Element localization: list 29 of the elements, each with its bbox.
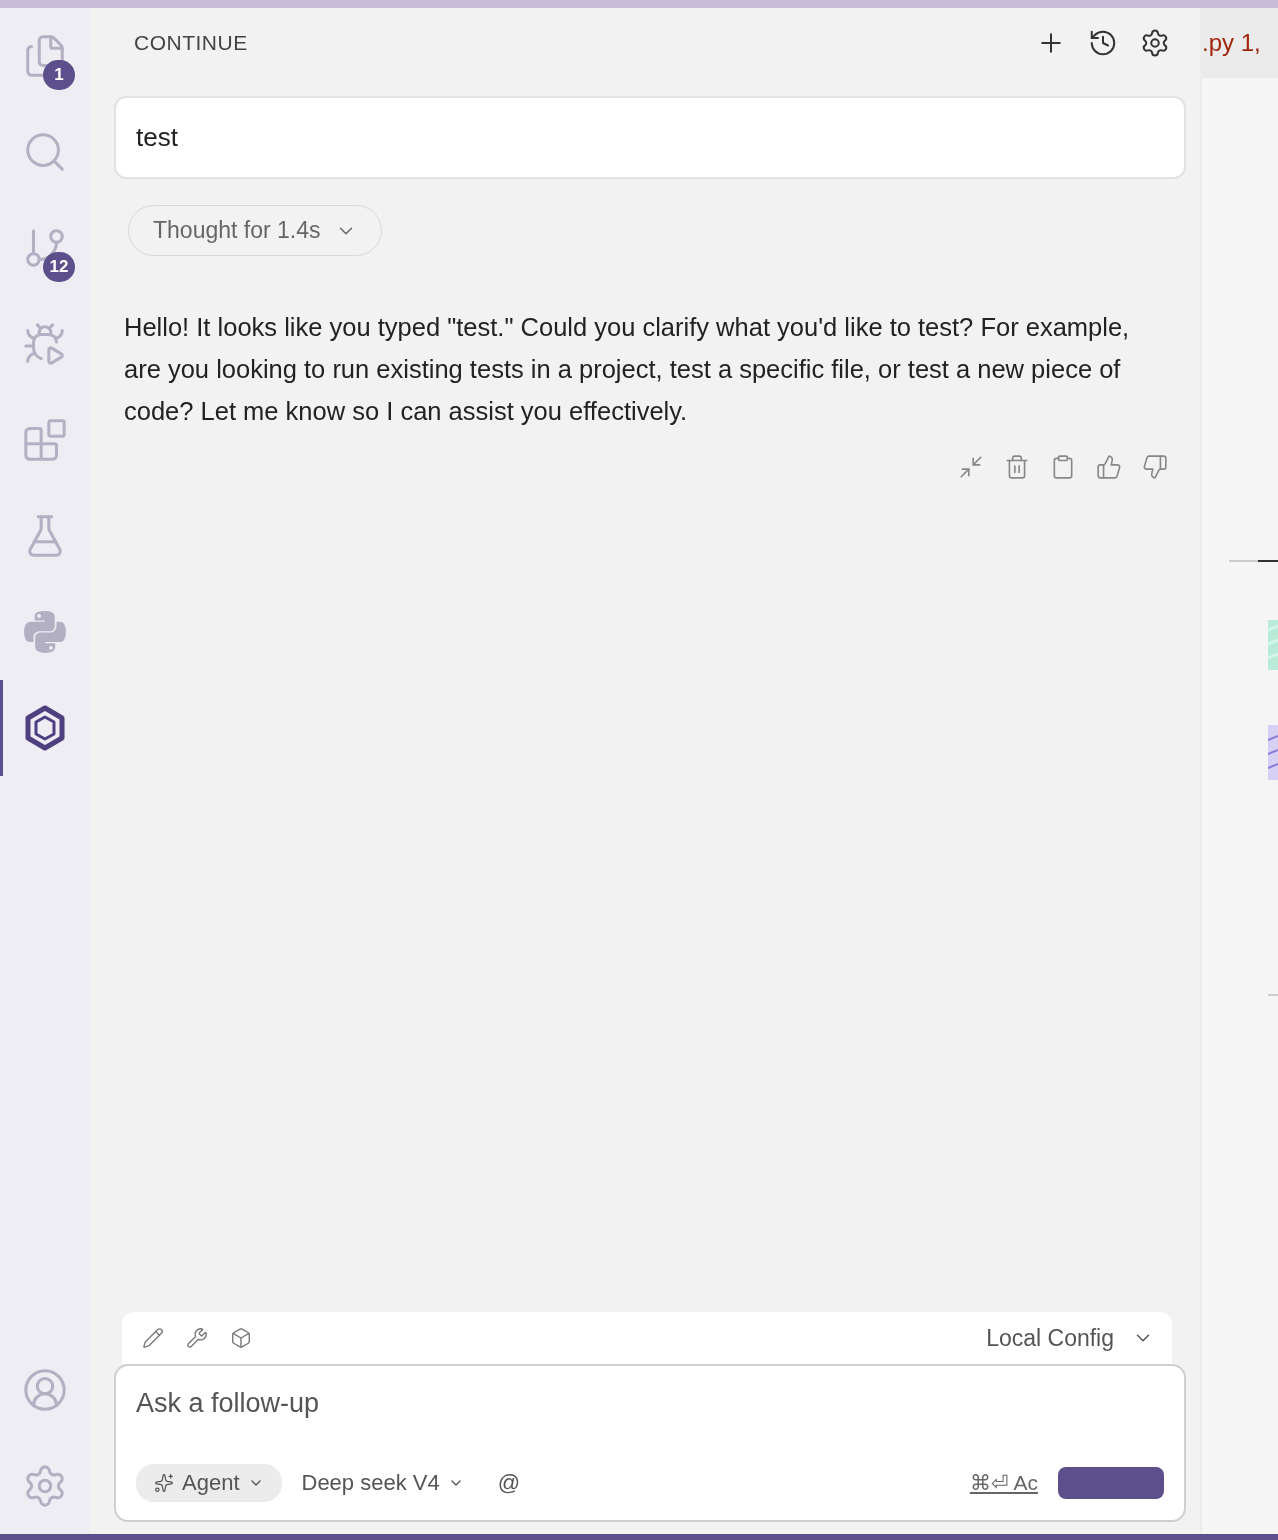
config-dropdown[interactable]: Local Config [986,1324,1154,1352]
wrench-icon[interactable] [186,1327,208,1349]
trash-icon[interactable] [1004,454,1030,480]
mention-button[interactable]: @ [483,1470,521,1496]
shortcut-link[interactable]: ⌘⏎ Ac [969,1471,1038,1495]
cube-icon[interactable] [230,1327,252,1349]
collapse-icon[interactable] [958,454,984,480]
account-icon [22,1367,68,1413]
sparkles-icon [154,1473,174,1493]
user-message: test [114,96,1186,179]
mode-dropdown[interactable]: Agent [136,1464,282,1502]
activity-bar-item[interactable]: 12 [0,200,87,296]
blocks-icon [22,417,68,463]
chat-input-box[interactable]: Ask a follow-up Agent Deep seek V4 @ ⌘⏎ Ac [114,1364,1186,1522]
thumbs-up-icon[interactable] [1096,454,1122,480]
python-icon [21,608,69,656]
settings-icon[interactable] [1140,28,1170,58]
count-badge: 1 [43,60,75,90]
submit-button[interactable] [1058,1467,1164,1499]
count-badge: 12 [43,252,75,282]
activity-bar-item[interactable]: 1 [0,8,87,104]
model-dropdown[interactable]: Deep seek V4 [301,1470,464,1496]
thought-toggle[interactable]: Thought for 1.4s [128,205,382,256]
panel-title: CONTINUE [134,31,248,55]
pencil-icon[interactable] [142,1327,164,1349]
assistant-reply: Hello! It looks like you typed "test." Could you clarify what you'd like to test? For example, are you looking to run existing tests in a project, test a specific file, or test a new piece of code? Let me know so I can assist you effectively. [124,312,1131,427]
editor-tab[interactable]: .py 1, [1202,8,1278,78]
history-icon[interactable] [1088,28,1118,58]
thumbs-down-icon[interactable] [1142,454,1168,480]
